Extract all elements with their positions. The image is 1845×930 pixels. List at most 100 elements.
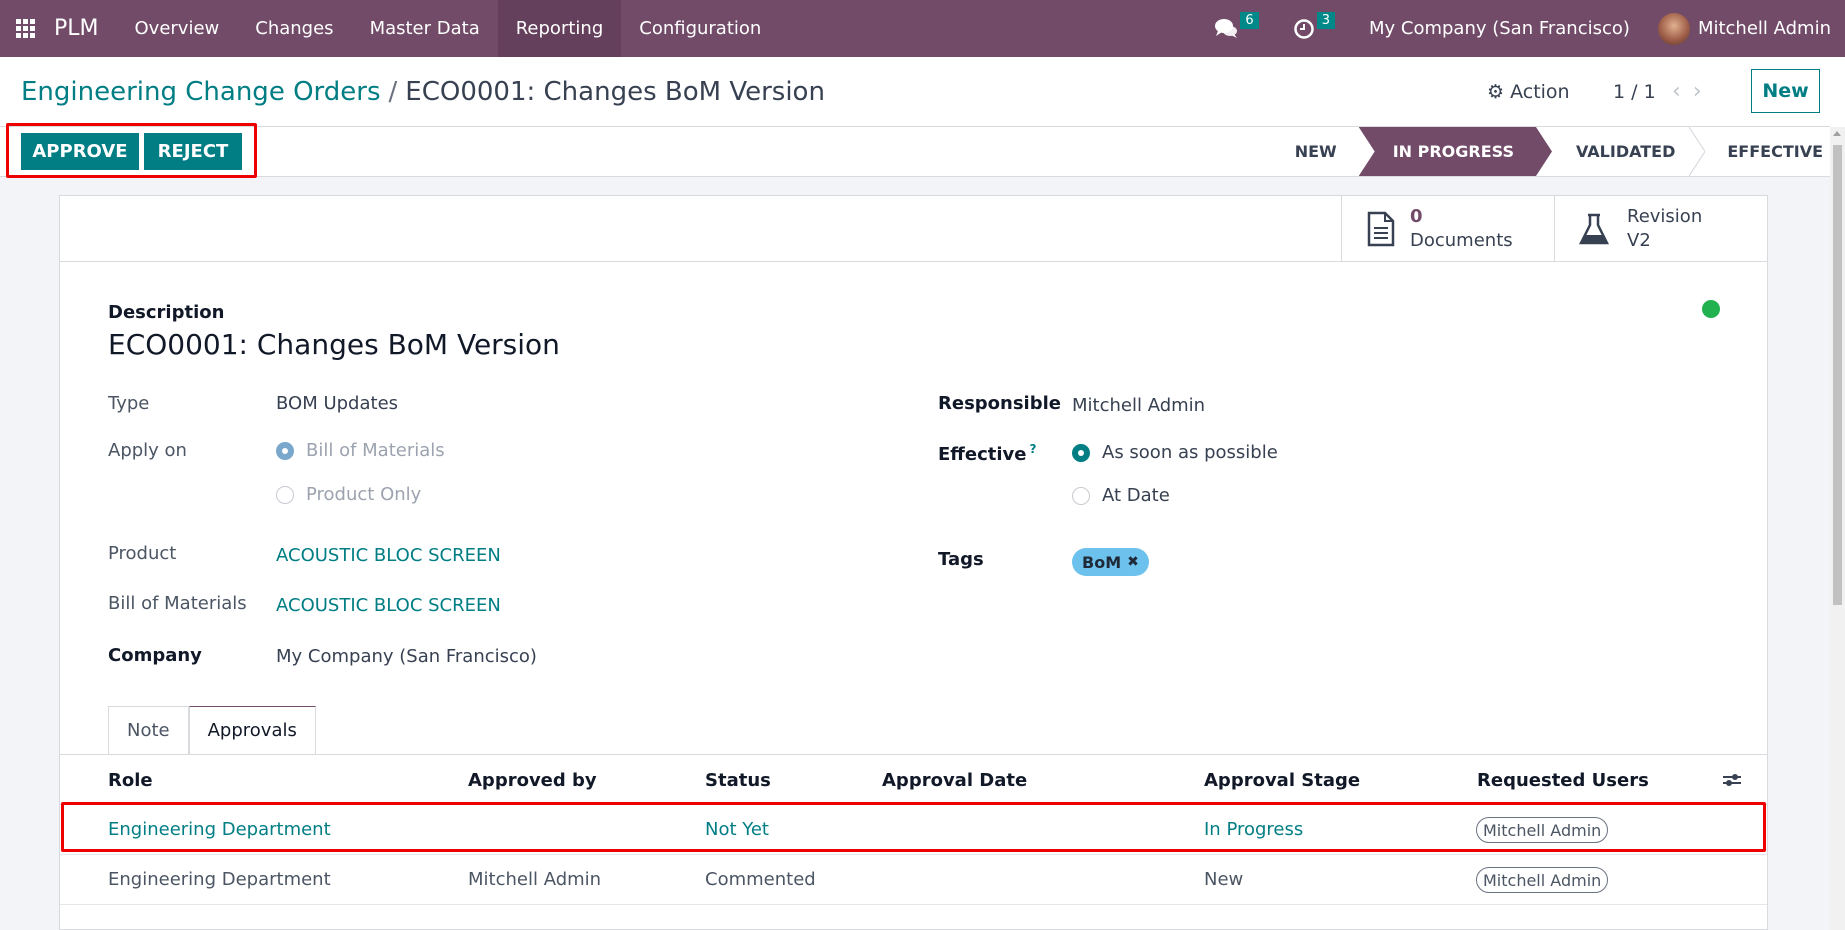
column-status[interactable]: Status xyxy=(705,770,771,791)
product-field[interactable]: ACOUSTIC BLOC SCREEN xyxy=(276,545,501,566)
tags-label: Tags xyxy=(938,549,984,570)
flask-icon xyxy=(1579,213,1609,245)
description-label: Description xyxy=(108,302,225,323)
scrollbar-thumb[interactable] xyxy=(1833,145,1842,605)
notebook-tabs: Note Approvals xyxy=(108,706,316,754)
effective-label: Effective? xyxy=(938,442,1036,465)
apply-on-bom-radio[interactable]: Bill of Materials xyxy=(276,440,445,461)
stage-effective[interactable]: EFFECTIVE xyxy=(1697,127,1827,176)
bom-label: Bill of Materials xyxy=(108,593,247,614)
table-row[interactable]: Engineering Department Not Yet In Progre… xyxy=(60,805,1767,855)
effective-at-date-radio[interactable]: At Date xyxy=(1072,485,1170,506)
smart-button-box: 0 Documents Revision V2 xyxy=(60,196,1767,262)
apps-grid-icon xyxy=(15,19,35,38)
bom-field[interactable]: ACOUSTIC BLOC SCREEN xyxy=(276,595,501,616)
tab-note[interactable]: Note xyxy=(108,706,189,754)
revision-value: V2 xyxy=(1627,230,1651,251)
scroll-up-icon[interactable] xyxy=(1833,131,1841,136)
responsible-field[interactable]: Mitchell Admin xyxy=(1072,395,1205,416)
effective-at-date-label: At Date xyxy=(1102,485,1170,506)
stage-validated[interactable]: VALIDATED xyxy=(1552,127,1706,176)
app-menu-button[interactable] xyxy=(0,0,50,57)
pager-value[interactable]: 1 / 1 xyxy=(1613,81,1656,103)
pager-previous-icon[interactable]: ‹ xyxy=(1672,79,1693,104)
user-menu[interactable]: Mitchell Admin xyxy=(1698,18,1831,39)
product-label: Product xyxy=(108,543,177,564)
documents-count: 0 xyxy=(1410,206,1423,227)
type-label: Type xyxy=(108,393,150,414)
radio-unselected-icon xyxy=(1072,486,1090,505)
messages-button[interactable]: 6 xyxy=(1214,12,1259,40)
gear-icon: ⚙ xyxy=(1487,81,1505,103)
row-status: Not Yet xyxy=(705,819,769,840)
row-approved-by: Mitchell Admin xyxy=(468,869,602,890)
radio-selected-icon xyxy=(276,441,294,460)
documents-label: Documents xyxy=(1410,230,1513,251)
column-role[interactable]: Role xyxy=(108,770,153,791)
activities-button[interactable]: 3 xyxy=(1293,12,1335,40)
optional-columns-icon[interactable] xyxy=(1722,772,1742,788)
tag-label: BoM xyxy=(1082,552,1122,572)
responsible-label: Responsible xyxy=(938,393,1061,414)
column-approval-stage[interactable]: Approval Stage xyxy=(1204,770,1360,791)
pager-next-icon[interactable]: › xyxy=(1693,79,1714,104)
top-navbar: PLM Overview Changes Master Data Reporti… xyxy=(0,0,1845,57)
action-menu-button[interactable]: ⚙ Action xyxy=(1487,81,1570,103)
menu-master-data[interactable]: Master Data xyxy=(352,0,498,57)
action-label: Action xyxy=(1510,81,1570,103)
breadcrumb: Engineering Change Orders / ECO0001: Chang… xyxy=(21,77,825,107)
messages-count-badge: 6 xyxy=(1240,12,1259,29)
stage-in-progress[interactable]: IN PROGRESS xyxy=(1359,127,1552,176)
kanban-state-dot[interactable] xyxy=(1702,300,1720,318)
approvals-table-header: Role Approved by Status Approval Date Ap… xyxy=(60,755,1767,805)
chat-icon xyxy=(1215,18,1238,38)
revision-smart-button[interactable]: Revision V2 xyxy=(1554,196,1767,262)
breadcrumb-current: ECO0001: Changes BoM Version xyxy=(405,77,825,107)
row-stage: New xyxy=(1204,869,1244,890)
company-switcher[interactable]: My Company (San Francisco) xyxy=(1369,18,1630,39)
radio-selected-icon xyxy=(1072,443,1090,462)
help-tooltip-icon[interactable]: ? xyxy=(1029,442,1036,456)
stage-statusbar: NEW IN PROGRESS VALIDATED EFFECTIVE xyxy=(1273,127,1827,176)
menu-overview[interactable]: Overview xyxy=(117,0,238,57)
column-approved-by[interactable]: Approved by xyxy=(468,770,597,791)
row-requested-user-tag: Mitchell Admin xyxy=(1476,817,1609,843)
page-scrollbar[interactable] xyxy=(1830,127,1845,930)
breadcrumb-separator: / xyxy=(388,77,398,107)
tab-approvals[interactable]: Approvals xyxy=(188,706,316,754)
documents-smart-button[interactable]: 0 Documents xyxy=(1341,196,1554,262)
apply-on-bom-label: Bill of Materials xyxy=(306,440,445,461)
menu-changes[interactable]: Changes xyxy=(237,0,351,57)
tag-bom: BoM ✖ xyxy=(1072,548,1149,576)
effective-asap-radio[interactable]: As soon as possible xyxy=(1072,442,1278,463)
column-approval-date[interactable]: Approval Date xyxy=(882,770,1027,791)
row-status: Commented xyxy=(705,869,816,890)
stage-new[interactable]: NEW xyxy=(1273,127,1359,176)
apply-on-product-label: Product Only xyxy=(306,484,422,505)
document-icon xyxy=(1367,211,1395,247)
radio-unselected-icon xyxy=(276,485,294,504)
activities-count-badge: 3 xyxy=(1316,12,1335,29)
column-requested-users[interactable]: Requested Users xyxy=(1477,770,1649,791)
breadcrumb-parent[interactable]: Engineering Change Orders xyxy=(21,77,381,107)
new-button[interactable]: New xyxy=(1751,69,1820,113)
clock-icon xyxy=(1293,18,1314,39)
menu-configuration[interactable]: Configuration xyxy=(621,0,779,57)
user-avatar[interactable] xyxy=(1657,12,1690,45)
row-role[interactable]: Engineering Department xyxy=(108,869,331,890)
tag-remove-icon[interactable]: ✖ xyxy=(1127,554,1139,570)
apply-on-product-radio[interactable]: Product Only xyxy=(276,484,421,505)
row-role[interactable]: Engineering Department xyxy=(108,819,331,840)
table-row[interactable]: Engineering Department Mitchell Admin Co… xyxy=(60,855,1767,905)
company-field[interactable]: My Company (San Francisco) xyxy=(276,646,537,667)
effective-asap-label: As soon as possible xyxy=(1102,442,1278,463)
description-field[interactable]: ECO0001: Changes BoM Version xyxy=(108,328,560,361)
menu-reporting[interactable]: Reporting xyxy=(497,0,622,57)
app-brand[interactable]: PLM xyxy=(50,16,117,41)
form-sheet: 0 Documents Revision V2 Description ECO0… xyxy=(59,195,1768,930)
row-requested-user-tag: Mitchell Admin xyxy=(1476,867,1609,893)
company-label: Company xyxy=(108,645,202,666)
type-field[interactable]: BOM Updates xyxy=(276,393,398,414)
row-stage: In Progress xyxy=(1204,819,1304,840)
revision-label: Revision xyxy=(1627,206,1703,227)
